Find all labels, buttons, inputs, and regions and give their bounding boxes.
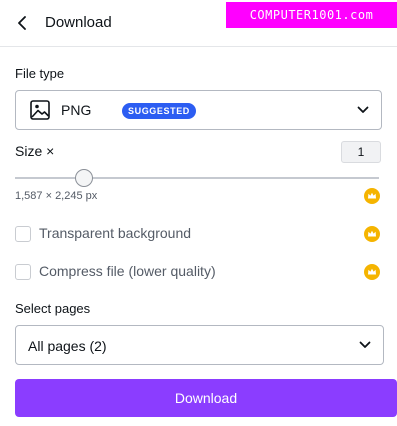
- transparent-background-checkbox[interactable]: [15, 226, 31, 242]
- compress-file-label: Compress file (lower quality): [39, 263, 216, 279]
- watermark: COMPUTER1001.com: [226, 2, 397, 28]
- back-button[interactable]: [12, 12, 34, 34]
- panel-title: Download: [45, 14, 112, 31]
- compress-file-option[interactable]: Compress file (lower quality): [15, 262, 255, 282]
- select-pages-dropdown[interactable]: All pages (2): [15, 325, 384, 365]
- file-type-value: PNG: [61, 102, 92, 118]
- size-label: Size ×: [15, 143, 55, 159]
- dimensions-readout: 1,587 × 2,245 px: [15, 190, 98, 202]
- file-type-label: File type: [15, 66, 65, 81]
- crown-icon: [364, 264, 380, 280]
- file-type-select[interactable]: PNG SUGGESTED: [15, 90, 382, 130]
- chevron-left-icon: [18, 16, 26, 30]
- chevron-down-icon: [357, 106, 369, 113]
- transparent-background-option[interactable]: Transparent background: [15, 224, 235, 244]
- size-multiplier-input[interactable]: 1: [341, 141, 381, 163]
- select-pages-value: All pages (2): [28, 338, 107, 354]
- size-slider-track[interactable]: [15, 177, 379, 179]
- crown-icon: [364, 226, 380, 242]
- suggested-badge: SUGGESTED: [122, 103, 196, 119]
- image-icon: [30, 100, 50, 120]
- transparent-background-label: Transparent background: [39, 225, 192, 241]
- compress-file-checkbox[interactable]: [15, 264, 31, 280]
- header-divider: [0, 46, 397, 47]
- chevron-down-icon: [359, 341, 371, 348]
- crown-icon: [364, 188, 380, 204]
- size-slider-handle[interactable]: [75, 169, 94, 187]
- select-pages-label: Select pages: [15, 301, 91, 316]
- download-button[interactable]: Download: [15, 379, 397, 417]
